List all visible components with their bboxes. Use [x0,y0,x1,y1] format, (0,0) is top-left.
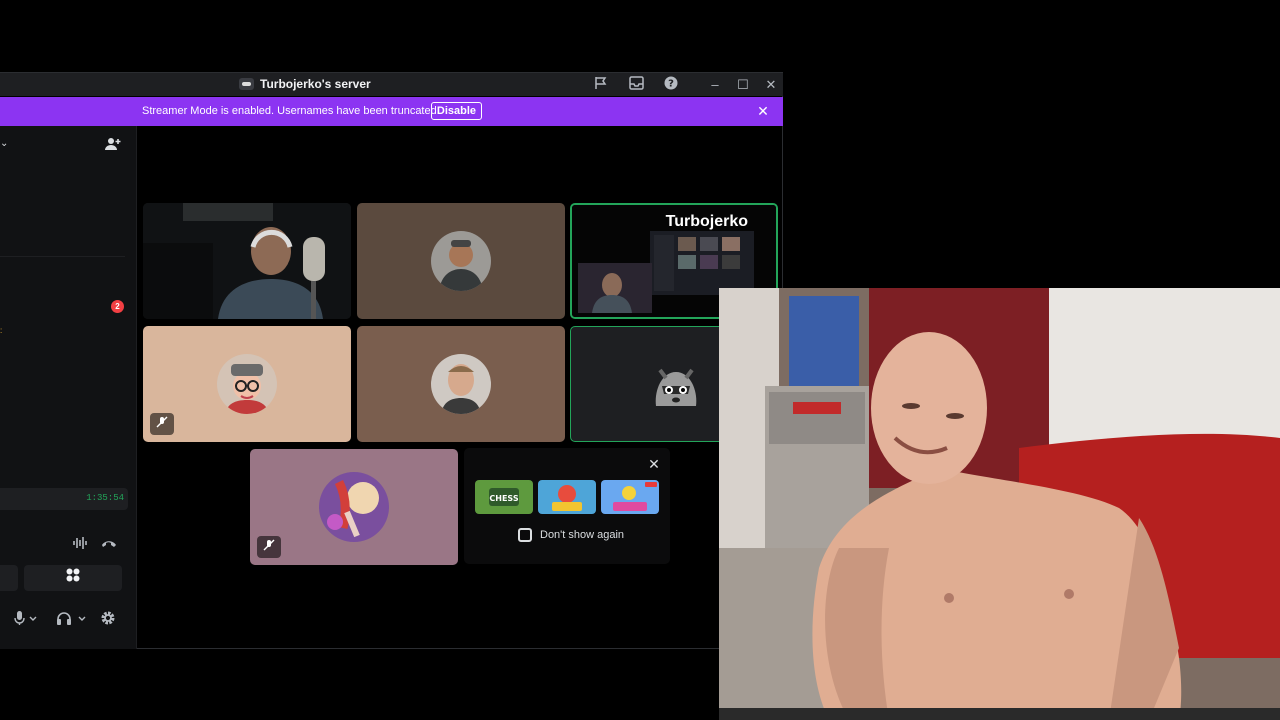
microphone-icon[interactable] [12,611,38,628]
video-tile-user[interactable] [143,326,351,442]
activities-icon [66,568,80,585]
window-title-group: Turbojerko's server [239,77,371,91]
server-icon [239,78,254,90]
muted-icon [150,413,174,435]
minimize-button[interactable]: – [707,76,723,93]
sidebar-partial-text: : [0,326,3,335]
voice-status-bar: 1:35:54 [0,488,128,510]
close-icon[interactable]: ✕ [646,456,662,472]
maximize-button[interactable]: ☐ [735,76,751,93]
video-tile-user[interactable] [250,449,458,565]
avatar [431,354,491,414]
activity-game-putt-party[interactable] [601,480,659,514]
disconnect-icon[interactable] [100,536,118,553]
svg-text:?: ? [668,79,674,90]
help-icon[interactable]: ? [662,76,680,93]
close-window-button[interactable]: ✕ [763,76,779,93]
settings-icon[interactable] [100,610,116,629]
avatar [319,472,389,542]
voice-panel: 1:35:54 [0,484,137,634]
avatar [217,354,277,414]
webcam-overlay [719,288,1280,720]
activity-game-jamspace[interactable] [538,480,596,514]
activity-game-chess[interactable]: CHESS [475,480,533,514]
muted-icon [257,536,281,558]
streamer-mode-banner: Streamer Mode is enabled. Usernames have… [0,97,783,126]
chevron-down-icon[interactable]: ⌄ [0,138,8,149]
banner-message: Streamer Mode is enabled. Usernames have… [142,105,440,117]
svg-text:CHESS: CHESS [489,494,518,503]
raccoon-avatar [648,356,704,412]
soundboard-icon[interactable] [72,536,88,553]
video-tile-camera[interactable] [143,203,351,319]
video-tile-user[interactable] [357,326,565,442]
channel-sidebar: ⌄ 2 : s 1:35:54 [0,126,137,649]
user-panel [0,604,137,634]
camera-feed-image [143,203,351,319]
disable-streamer-mode-button[interactable]: Disable [431,102,482,120]
webcam-image [719,288,1280,720]
activities-button[interactable] [24,565,122,591]
headphones-icon[interactable] [56,611,90,628]
close-banner-icon[interactable]: ✕ [755,103,771,119]
call-timer: 1:35:54 [86,493,124,503]
stream-title: Turbojerko [665,213,748,230]
title-bar: Turbojerko's server ? – ☐ ✕ [0,73,783,96]
avatar [431,231,491,291]
dont-show-again-label: Don't show again [540,529,625,541]
flag-icon[interactable] [592,76,610,93]
inbox-icon[interactable] [627,76,645,93]
dont-show-again-checkbox[interactable] [518,528,532,542]
invite-user-icon[interactable] [105,136,121,155]
sidebar-divider [0,256,125,257]
video-tile-user[interactable] [357,203,565,319]
activity-suggestion-card: ✕ CHESS Don't show again [464,448,670,564]
mention-badge: 2 [111,300,124,313]
window-title: Turbojerko's server [260,77,371,91]
screen: Turbojerko's server ? – ☐ ✕ Streamer Mod… [0,0,1280,720]
camera-button[interactable] [0,565,18,591]
